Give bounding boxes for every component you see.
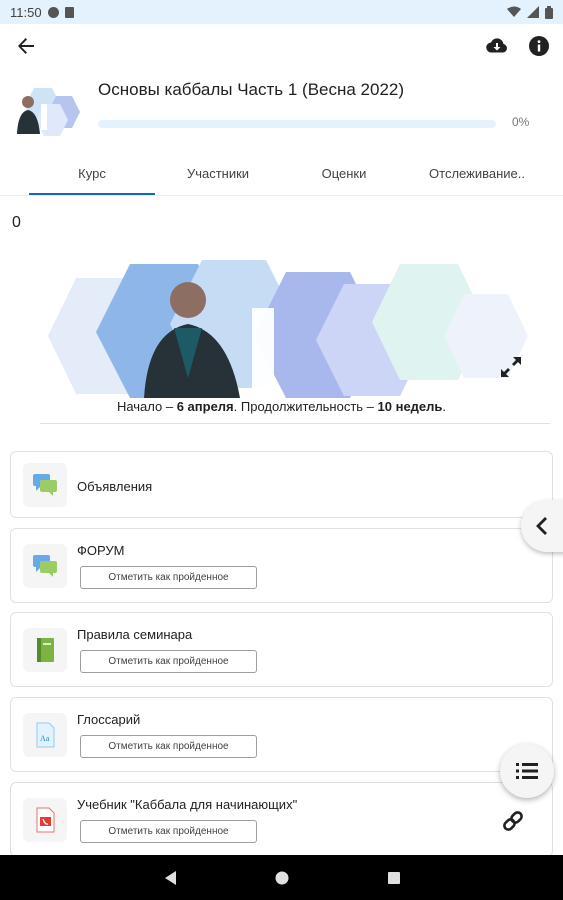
tab-course[interactable]: Курс (29, 152, 155, 195)
divider (40, 423, 550, 424)
link-icon[interactable] (501, 809, 525, 833)
glossary-icon: Aa (23, 713, 67, 757)
course-thumbnail (17, 88, 80, 136)
cloud-download-icon[interactable] (479, 28, 515, 64)
activity-card-forum[interactable]: ФОРУМ Отметить как пройденное (10, 528, 553, 603)
tab-participants[interactable]: Участники (155, 152, 281, 195)
info-icon[interactable] (521, 28, 557, 64)
battery-icon (545, 5, 553, 19)
mark-complete-button[interactable]: Отметить как пройденное (80, 566, 257, 589)
section-number: 0 (12, 214, 21, 231)
activity-title: Глоссарий (77, 712, 141, 727)
chevron-left-icon (536, 517, 547, 535)
pdf-icon (23, 798, 67, 842)
duration: 10 недель (377, 399, 443, 414)
nav-recents-icon[interactable] (387, 871, 401, 885)
course-tabs: Курс Участники Оценки Отслеживание.. (0, 152, 563, 196)
activity-card-glossary[interactable]: Aa Глоссарий Отметить как пройденное (10, 697, 553, 772)
forum-chat-icon (23, 463, 67, 507)
mark-complete-button[interactable]: Отметить как пройденное (80, 735, 257, 758)
mark-complete-button[interactable]: Отметить как пройденное (80, 650, 257, 673)
course-progress-bar (98, 120, 496, 128)
activity-title: ФОРУМ (77, 543, 125, 558)
course-progress-text: 0% (512, 115, 530, 129)
activity-card-textbook[interactable]: Учебник "Каббала для начинающих" Отметит… (10, 782, 553, 857)
app-bar (0, 24, 563, 70)
nav-home-icon[interactable] (275, 871, 289, 885)
activity-title: Учебник "Каббала для начинающих" (77, 797, 298, 812)
course-banner-image (48, 260, 528, 398)
system-nav-bar (0, 855, 563, 900)
sim-icon (64, 6, 74, 18)
list-icon (516, 763, 538, 779)
app-icon (47, 6, 59, 18)
status-time: 11:50 (10, 4, 42, 20)
back-arrow-icon[interactable] (8, 28, 44, 64)
course-title: Основы каббалы Часть 1 (Весна 2022) (98, 80, 405, 99)
nav-back-icon[interactable] (163, 870, 177, 886)
course-index-button[interactable] (500, 744, 554, 798)
tab-grades[interactable]: Оценки (281, 152, 407, 195)
start-date: 6 апреля (176, 399, 234, 414)
expand-icon[interactable] (498, 354, 524, 380)
course-header: Основы каббалы Часть 1 (Весна 2022) 0% (0, 76, 563, 152)
activity-title: Объявления (77, 479, 153, 494)
status-bar: 11:50 (0, 0, 563, 24)
book-icon (23, 628, 67, 672)
signal-icon (527, 6, 539, 18)
forum-chat-icon (23, 544, 67, 588)
activity-card-seminar-rules[interactable]: Правила семинара Отметить как пройденное (10, 612, 553, 687)
section-summary: Начало – 6 апреля. Продолжительность – 1… (116, 399, 447, 414)
svg-text:Aa: Aa (40, 734, 50, 743)
tab-tracking[interactable]: Отслеживание.. (407, 152, 547, 195)
activity-title: Правила семинара (77, 627, 193, 642)
mark-complete-button[interactable]: Отметить как пройденное (80, 820, 257, 843)
wifi-icon (507, 6, 521, 17)
activity-card-announcements[interactable]: Объявления (10, 451, 553, 518)
